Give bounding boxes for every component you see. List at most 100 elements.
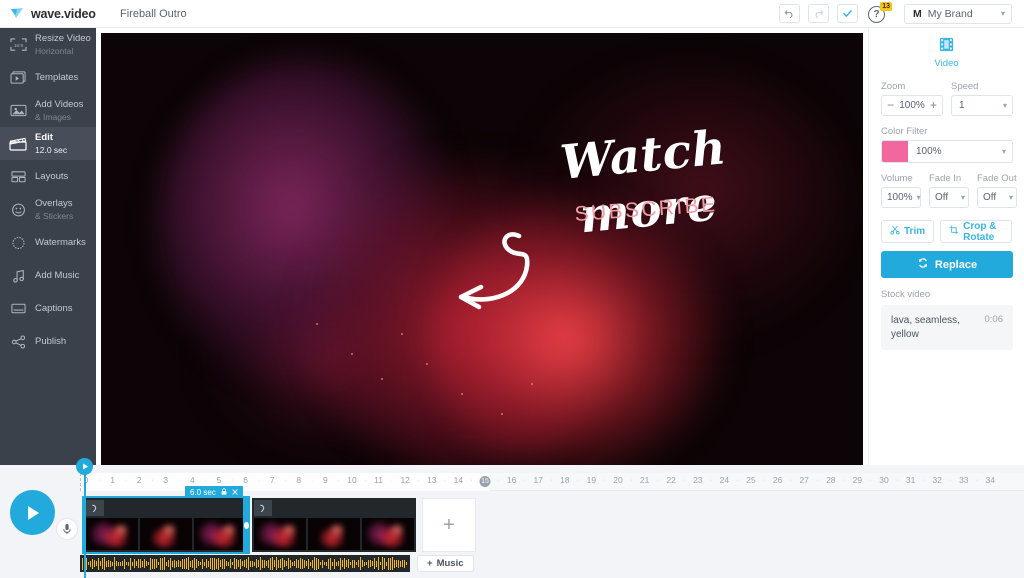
playhead[interactable] <box>76 458 93 578</box>
waveform-bar <box>324 562 325 565</box>
waveform-bar <box>100 561 101 566</box>
crop-rotate-button[interactable]: Crop & Rotate <box>940 220 1012 243</box>
zoom-decrease-button[interactable]: − <box>882 96 899 115</box>
sidebar-item-overlays-stickers[interactable]: Overlays & Stickers <box>0 193 96 226</box>
video-editor-app: wave.video Fireball Outro ? 13 M My Bran… <box>0 0 1024 578</box>
redo-button[interactable] <box>808 4 829 23</box>
sticker-icon <box>8 202 28 218</box>
ruler-tick-minor: · <box>576 477 580 484</box>
trim-button[interactable]: Trim <box>881 220 935 243</box>
color-filter-swatch[interactable] <box>882 141 908 162</box>
zoom-increase-button[interactable]: + <box>925 96 942 115</box>
sidebar-item-publish[interactable]: Publish <box>0 325 96 358</box>
sidebar-item-templates[interactable]: Templates <box>0 61 96 94</box>
waveform-bar <box>156 559 157 568</box>
fade-in-select[interactable]: Off ▾ <box>929 187 969 208</box>
brand-selector[interactable]: M My Brand ▾ <box>904 3 1012 24</box>
sidebar-item-edit[interactable]: Edit 12.0 sec <box>0 127 96 160</box>
clip-trim-handle-dot[interactable] <box>243 520 250 530</box>
stock-video-card[interactable]: lava, seamless, yellow 0:06 <box>881 305 1013 350</box>
add-music-button[interactable]: + Music <box>417 555 474 572</box>
waveform-bar <box>248 557 249 570</box>
ruler-tick: 17 <box>533 475 543 485</box>
color-filter-control[interactable]: 100% ▾ <box>881 140 1013 163</box>
ruler-tick-minor: · <box>975 477 979 484</box>
waveform-bar <box>376 560 377 567</box>
waveform-bar <box>172 560 173 567</box>
ruler-tick-minor: · <box>603 477 606 484</box>
sidebar-item-add-music[interactable]: Add Music <box>0 259 96 292</box>
waveform-bar <box>122 561 123 566</box>
waveform-bar <box>252 560 253 567</box>
waveform-bar <box>326 561 327 566</box>
play-button[interactable] <box>10 490 55 535</box>
waveform-bar <box>176 560 177 567</box>
volume-value: 100% <box>887 192 913 203</box>
ruler-tick: 26 <box>772 475 783 485</box>
sidebar-item-resize-video[interactable]: 16:9 Resize Video Horizontal <box>0 28 96 61</box>
sidebar-item-layouts[interactable]: Layouts <box>0 160 96 193</box>
waveform-bar <box>394 559 395 568</box>
undo-button[interactable] <box>779 4 800 23</box>
replace-label: Replace <box>934 258 978 271</box>
waveform-bar <box>116 561 117 566</box>
ruler-tick-minor: · <box>98 477 101 484</box>
waveform-bar <box>204 561 205 566</box>
waveform-bar <box>362 560 363 567</box>
replace-button[interactable]: Replace <box>881 251 1013 278</box>
playhead-knob[interactable] <box>76 458 93 475</box>
top-bar: wave.video Fireball Outro ? 13 M My Bran… <box>0 0 1024 28</box>
clip-trim-handle[interactable] <box>243 498 250 552</box>
zoom-stepper[interactable]: − 100% + <box>881 95 943 116</box>
curved-arrow-icon <box>458 232 530 310</box>
ruler-tick: 28 <box>826 475 836 485</box>
waveform-bar <box>244 560 245 567</box>
project-title[interactable]: Fireball Outro <box>120 8 187 20</box>
image-icon <box>8 103 28 118</box>
aspect-ratio-icon: 16:9 <box>8 37 28 52</box>
waveform-bar <box>96 561 97 566</box>
video-preview-stage[interactable]: Watch more SUBSCRIBE <box>101 33 863 466</box>
confirm-button[interactable] <box>837 4 858 23</box>
ruler-tick-minor: · <box>417 477 420 484</box>
audio-waveform[interactable] <box>80 555 410 572</box>
scissors-icon <box>890 225 900 238</box>
canvas-area: Watch more SUBSCRIBE <box>96 28 868 466</box>
sidebar-item-captions[interactable]: Captions <box>0 292 96 325</box>
help-button[interactable]: ? 13 <box>868 1 892 24</box>
waveform-bar <box>190 560 191 567</box>
sidebar-sublabel: & Images <box>35 111 71 122</box>
app-logo[interactable]: wave.video <box>0 6 112 21</box>
ruler-tick: 24 <box>719 475 730 485</box>
waveform-bar <box>314 557 315 570</box>
transition-icon[interactable] <box>254 500 272 516</box>
chevron-down-icon: ▾ <box>1000 9 1005 18</box>
volume-select[interactable]: 100% ▾ <box>881 187 921 208</box>
tab-video[interactable]: Video <box>881 36 1012 69</box>
add-clip-button[interactable]: + <box>422 498 476 552</box>
transition-icon[interactable] <box>86 500 104 516</box>
waveform-bar <box>218 557 219 570</box>
speed-select[interactable]: 1 ▾ <box>951 95 1013 116</box>
sidebar-item-watermarks[interactable]: Watermarks <box>0 226 96 259</box>
waveform-bar <box>228 561 229 566</box>
waveform-bar <box>266 561 267 566</box>
table-row[interactable] <box>82 496 250 554</box>
sidebar-item-add-videos-images[interactable]: Add Videos & Images <box>0 94 96 127</box>
sidebar-sublabel: 12.0 sec <box>35 144 68 155</box>
waveform-bar <box>136 561 137 566</box>
waveform-bar <box>130 557 131 570</box>
lock-icon[interactable] <box>221 487 227 497</box>
table-row[interactable] <box>252 498 416 552</box>
waveform-bar <box>292 561 293 566</box>
fade-out-select[interactable]: Off ▾ <box>977 187 1017 208</box>
waveform-bar <box>206 559 207 568</box>
close-icon[interactable] <box>232 488 238 497</box>
voiceover-button[interactable] <box>56 518 78 540</box>
sidebar-sublabel: Horizontal <box>35 45 74 56</box>
waveform-bar <box>278 559 279 568</box>
clip-duration-badge[interactable]: 6.0 sec <box>185 486 243 498</box>
waveform-bar <box>124 558 125 569</box>
ruler-tick: 30 <box>879 475 889 485</box>
waveform-bar <box>354 559 355 568</box>
